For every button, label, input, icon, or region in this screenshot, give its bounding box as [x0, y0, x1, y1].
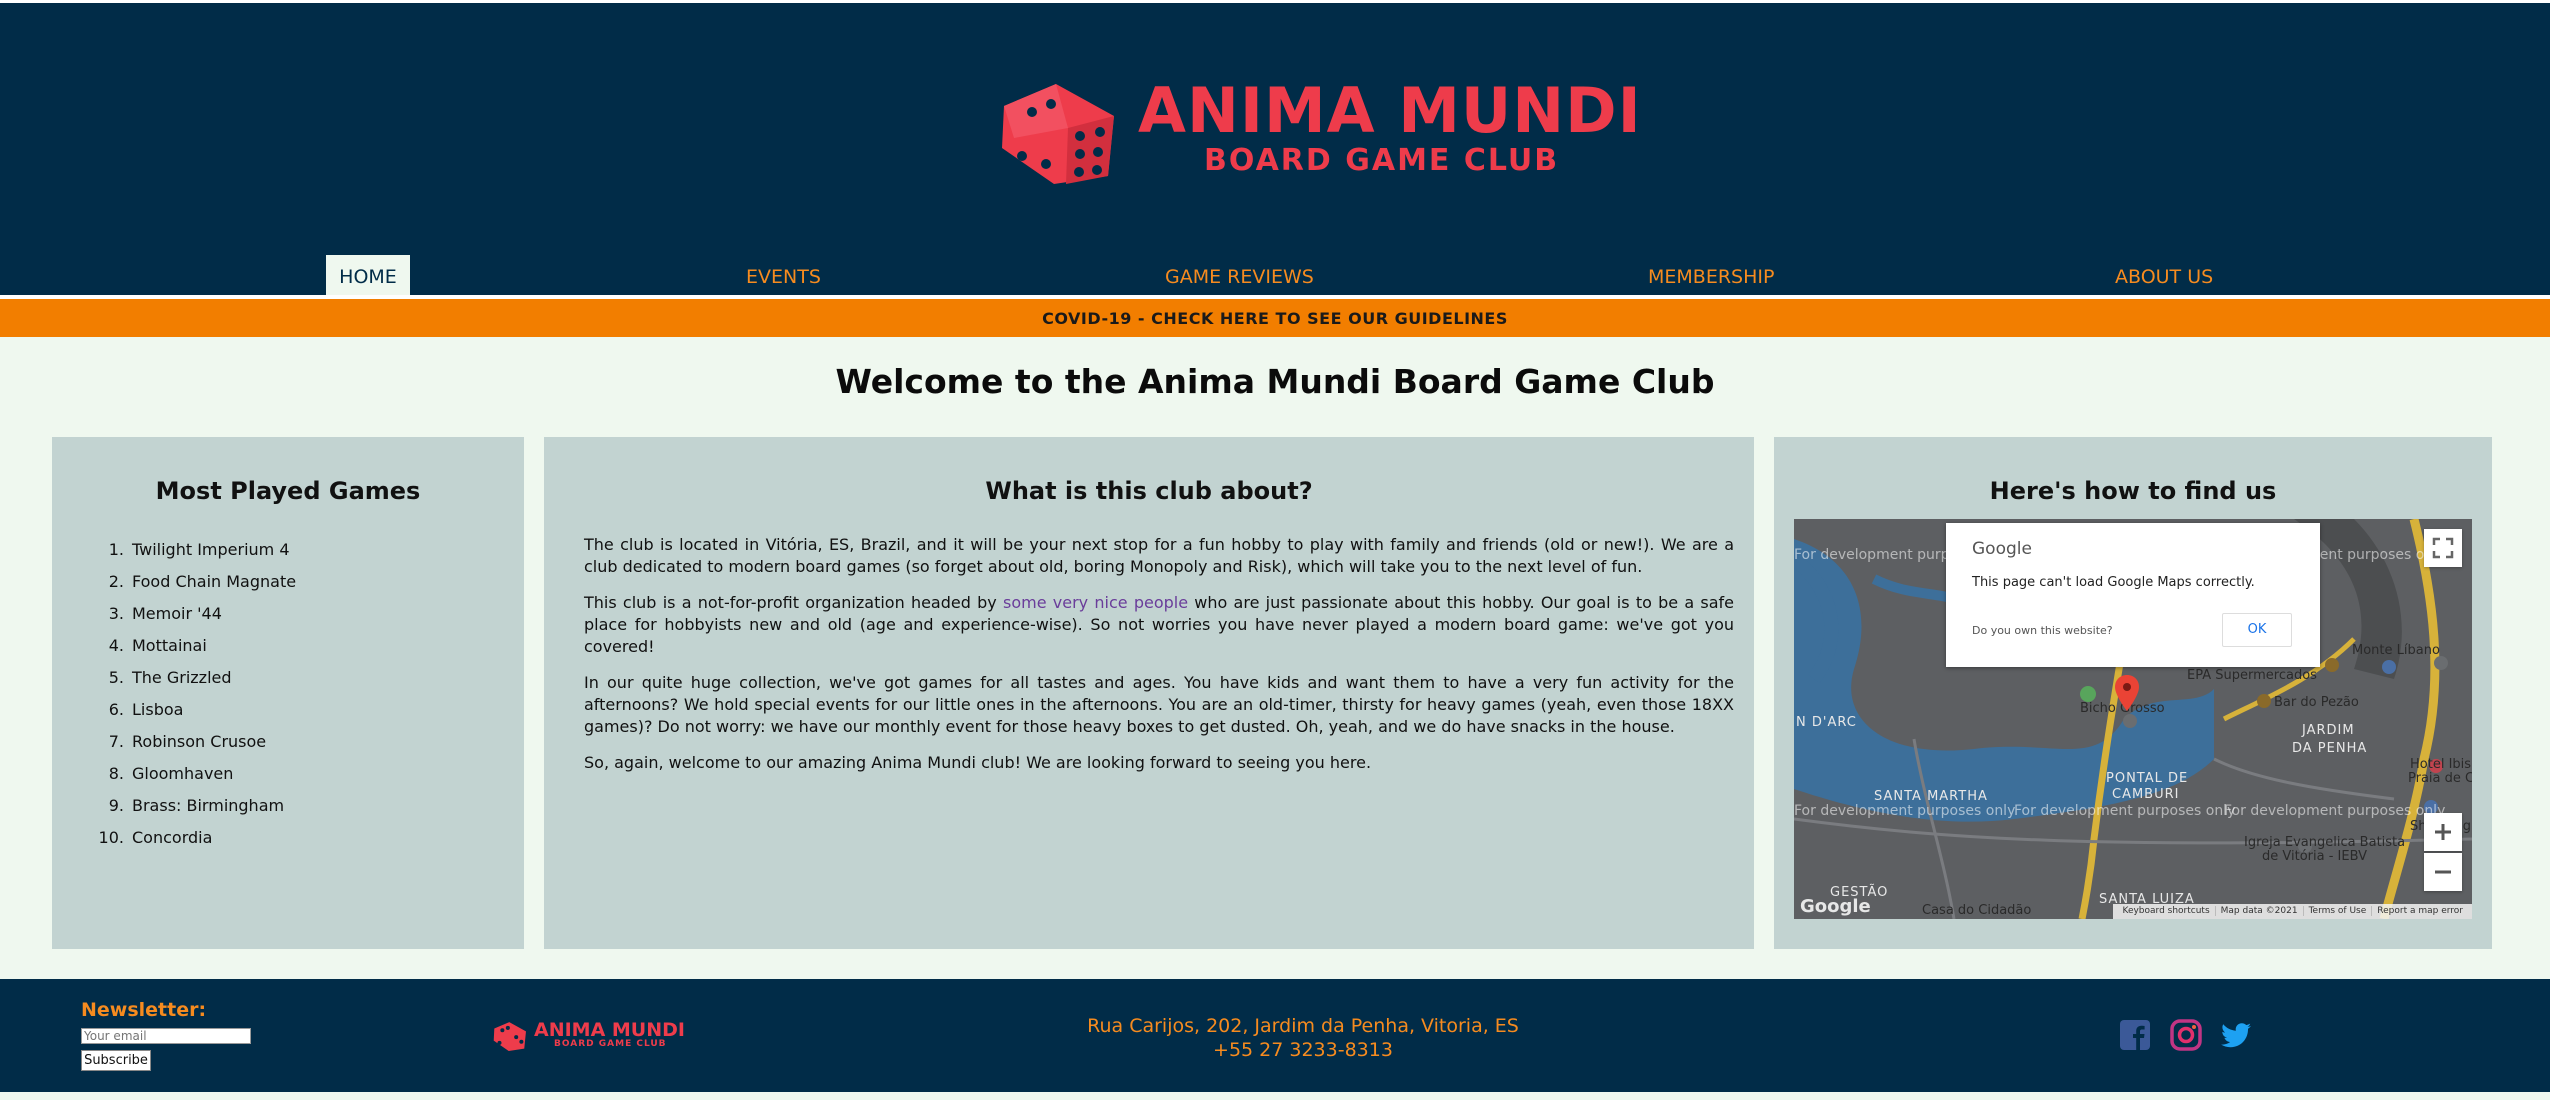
map-data-text: Map data ©2021 — [2214, 906, 2303, 916]
keyboard-shortcuts-link[interactable]: Keyboard shortcuts — [2117, 906, 2214, 916]
nice-people-link[interactable]: some very nice people — [1003, 593, 1188, 612]
most-played-heading: Most Played Games — [155, 477, 421, 505]
maps-error-message: This page can't load Google Maps correct… — [1972, 575, 2255, 590]
map-label: CAMBURI — [2112, 787, 2180, 802]
list-item: 2. Food Chain Magnate — [108, 572, 297, 591]
map-label: DA PENHA — [2292, 741, 2368, 756]
map-label: de Vitória - IEBV — [2262, 849, 2367, 864]
site-logo[interactable]: ANIMA MUNDI BOARD GAME CLUB — [996, 76, 1641, 188]
map-label: Hotel Ibis — [2410, 757, 2472, 772]
maps-error-dialog: Google This page can't load Google Maps … — [1946, 523, 2320, 667]
zoom-out-button[interactable] — [2424, 853, 2462, 891]
minus-icon — [2435, 870, 2451, 874]
list-item: 3. Memoir '44 — [108, 604, 222, 623]
site-footer: Newsletter: Subscribe ANIMA MUNDI BOARD … — [0, 979, 2550, 1092]
google-logo[interactable]: Google — [1800, 896, 1871, 917]
dev-watermark: For development purposes only — [1794, 803, 2016, 819]
list-item: 4. Mottainai — [108, 636, 207, 655]
fullscreen-button[interactable] — [2424, 529, 2462, 567]
list-item: 8. Gloomhaven — [108, 764, 234, 783]
about-text: The club is located in Vitória, ES, Braz… — [584, 534, 1734, 788]
list-item: 5. The Grizzled — [108, 668, 232, 687]
map-label: PONTAL DE — [2106, 771, 2189, 786]
about-panel: What is this club about? The club is loc… — [544, 437, 1754, 949]
dialog-ok-button[interactable]: OK — [2222, 613, 2292, 647]
nav-events[interactable]: EVENTS — [746, 255, 821, 295]
twitter-icon[interactable] — [2220, 1019, 2252, 1051]
dev-watermark: For development purposes only — [2014, 803, 2236, 819]
list-item: 10. Concordia — [98, 828, 213, 847]
nav-about-us[interactable]: ABOUT US — [2115, 255, 2213, 295]
plus-icon — [2435, 824, 2451, 840]
about-paragraph-4: So, again, welcome to our amazing Anima … — [584, 753, 1372, 772]
nav-game-reviews[interactable]: GAME REVIEWS — [1165, 255, 1314, 295]
find-us-heading: Here's how to find us — [1989, 477, 2277, 505]
map-label: Igreja Evangelica Batista — [2244, 835, 2406, 850]
address-text: Rua Carijos, 202, Jardim da Penha, Vitor… — [1087, 1015, 1519, 1037]
map-label: JARDIM — [2302, 723, 2355, 738]
find-us-panel: Here's how to find us For development pu… — [1774, 437, 2492, 949]
about-paragraph-1: The club is located in Vitória, ES, Braz… — [584, 535, 1734, 576]
facebook-icon[interactable] — [2119, 1019, 2151, 1051]
fullscreen-icon — [2432, 537, 2454, 559]
phone-text: +55 27 3233-8313 — [1213, 1039, 1393, 1061]
dice-icon — [1002, 84, 1114, 184]
about-paragraph-3: In our quite huge collection, we've got … — [584, 673, 1734, 736]
map-label: Bar do Pezão — [2274, 695, 2359, 710]
footer-logo-title: ANIMA MUNDI — [534, 1019, 685, 1041]
footer-logo-subtitle: BOARD GAME CLUB — [554, 1039, 667, 1049]
report-error-link[interactable]: Report a map error — [2371, 906, 2468, 916]
list-item: 9. Brass: Birmingham — [108, 796, 285, 815]
map-label: SANTA MARTHA — [1874, 789, 1988, 804]
list-item: 6. Lisboa — [108, 700, 184, 719]
list-item: 1. Twilight Imperium 4 — [108, 540, 290, 559]
main-nav: HOME EVENTS GAME REVIEWS MEMBERSHIP ABOU… — [0, 255, 2550, 295]
site-header: ANIMA MUNDI BOARD GAME CLUB HOME EVENTS … — [0, 3, 2550, 295]
contact-info: Rua Carijos, 202, Jardim da Penha, Vitor… — [1050, 1014, 1556, 1062]
about-heading: What is this club about? — [985, 477, 1313, 505]
newsletter-label: Newsletter: — [81, 999, 207, 1021]
dice-icon — [493, 1022, 526, 1051]
map-label: EPA Supermercados — [2187, 668, 2317, 683]
zoom-in-button[interactable] — [2424, 813, 2462, 851]
page-title: Welcome to the Anima Mundi Board Game Cl… — [835, 362, 1715, 401]
logo-subtitle: BOARD GAME CLUB — [1204, 143, 1560, 178]
google-wordmark: Google — [1972, 539, 2032, 559]
terms-link[interactable]: Terms of Use — [2302, 906, 2372, 916]
map-label: Monte Líbano — [2352, 643, 2440, 658]
footer-logo[interactable]: ANIMA MUNDI BOARD GAME CLUB — [492, 1019, 685, 1053]
own-website-question[interactable]: Do you own this website? — [1972, 624, 2113, 637]
instagram-icon[interactable] — [2170, 1019, 2202, 1051]
map-attribution: Keyboard shortcuts Map data ©2021 Terms of… — [2113, 904, 2472, 919]
google-map[interactable]: For development purposes only For develo… — [1794, 519, 2472, 919]
nav-membership[interactable]: MEMBERSHIP — [1648, 255, 1774, 295]
covid-banner[interactable]: COVID-19 - CHECK HERE TO SEE OUR GUIDELI… — [0, 299, 2550, 337]
map-label: Casa do Cidadão — [1922, 903, 2032, 918]
map-label: N D'ARC — [1796, 715, 1857, 730]
map-marker-icon[interactable] — [2115, 675, 2139, 711]
newsletter-email-input[interactable] — [81, 1028, 251, 1044]
subscribe-button[interactable]: Subscribe — [81, 1050, 151, 1071]
most-played-panel: Most Played Games 1. Twilight Imperium 4 … — [52, 437, 524, 949]
dev-watermark: For development purposes only — [2224, 803, 2446, 819]
map-label: Praia de C — [2408, 771, 2472, 786]
list-item: 7. Robinson Crusoe — [108, 732, 267, 751]
about-paragraph-2: This club is a not-for-profit organizati… — [584, 593, 1735, 656]
logo-title: ANIMA MUNDI — [1138, 74, 1642, 147]
games-list: 1. Twilight Imperium 4 2. Food Chain Magna… — [92, 534, 297, 854]
nav-home[interactable]: HOME — [326, 255, 410, 295]
